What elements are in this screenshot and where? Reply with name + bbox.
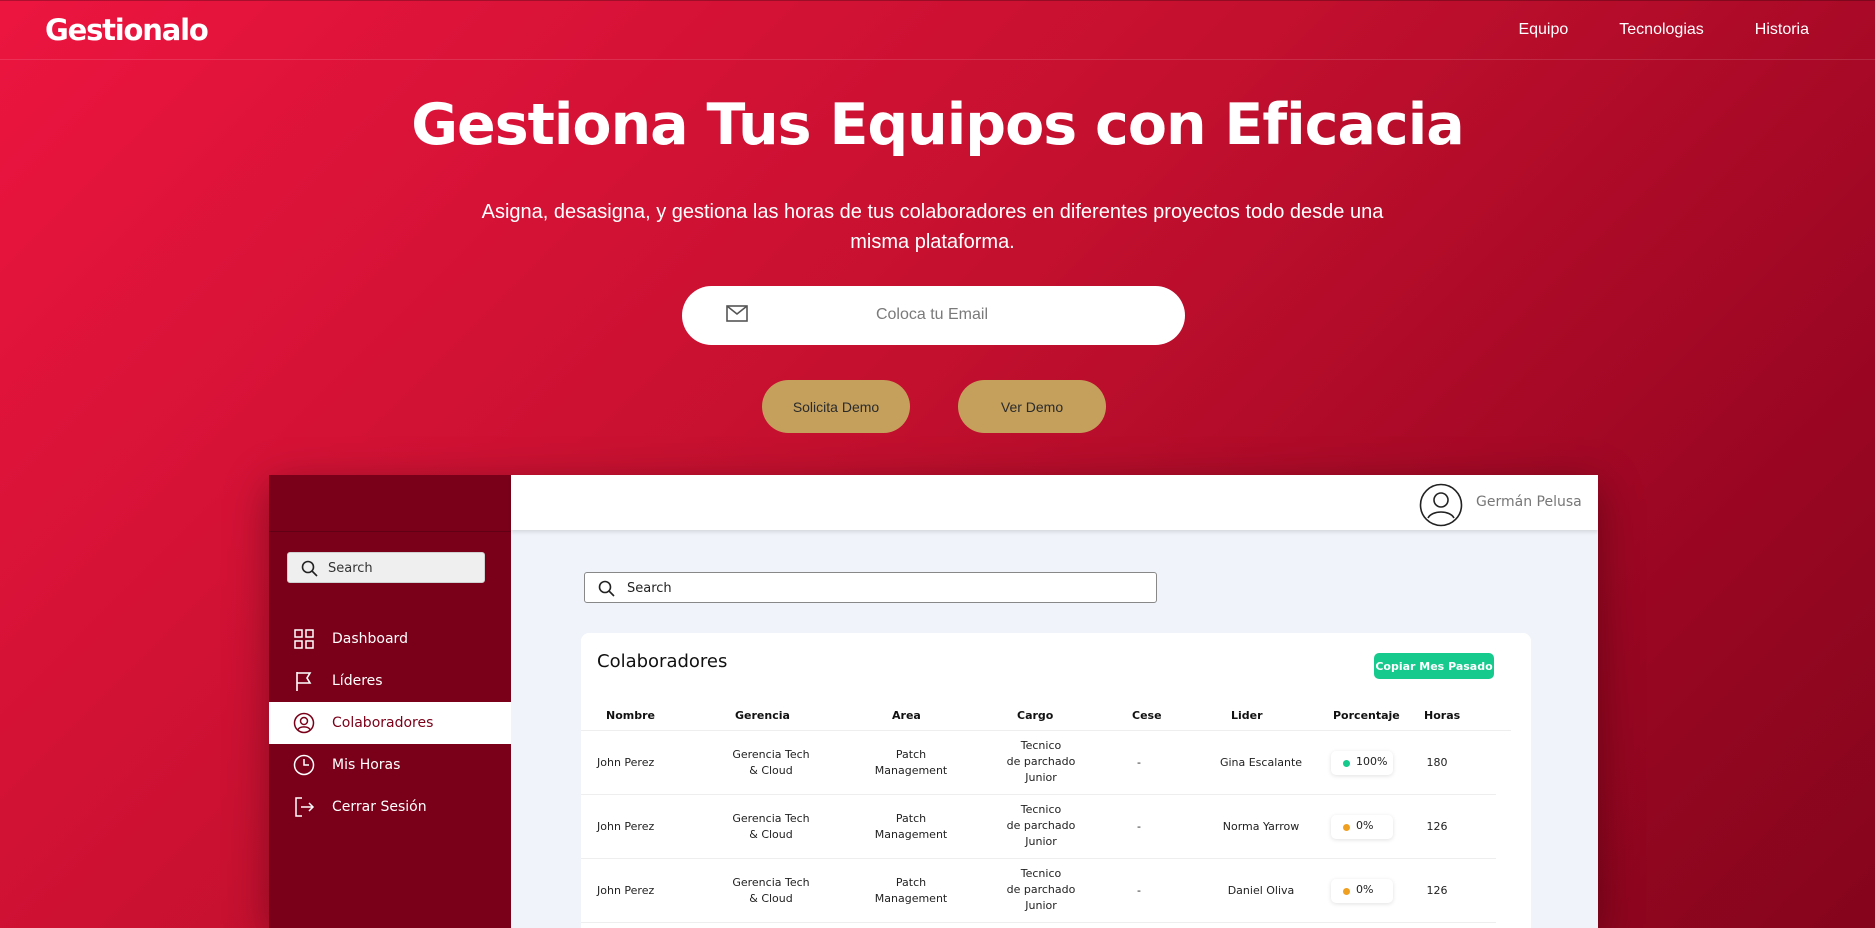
top-nav: Gestionalo Equipo Tecnologias Historia <box>0 0 1875 60</box>
sidebar-item-label: Dashboard <box>332 631 408 647</box>
copiar-mes-pasado-button[interactable]: Copiar Mes Pasado <box>1374 653 1494 679</box>
status-dot <box>1343 824 1350 831</box>
cell-area: Patch Management <box>874 748 948 777</box>
cell-horas: 126 <box>1426 884 1448 897</box>
email-field-container <box>682 286 1185 345</box>
grid-icon <box>293 628 315 650</box>
hero-subtitle: Asigna, desasigna, y gestiona las horas … <box>481 201 1384 253</box>
logout-icon <box>293 796 315 818</box>
avatar-icon[interactable] <box>1419 483 1463 532</box>
status-dot <box>1343 760 1350 767</box>
search-icon <box>301 560 318 582</box>
sidebar-item-label: Cerrar Sesión <box>332 799 427 815</box>
cell-cese: - <box>1137 820 1141 833</box>
nav-links: Equipo Tecnologias Historia <box>1518 21 1809 39</box>
sidebar-item-lideres[interactable]: Líderes <box>269 660 511 702</box>
column-header[interactable]: Cargo <box>1017 709 1053 722</box>
table-row[interactable]: John Perez Gerencia Tech & Cloud Patch Man… <box>581 859 1496 923</box>
main-content: Germán Pelusa Colaboradores Copiar Mes P… <box>511 475 1598 928</box>
flag-icon <box>293 670 315 692</box>
cell-lider: Daniel Oliva <box>1227 884 1295 897</box>
status-badge: 0% <box>1331 815 1393 839</box>
sidebar-item-label: Colaboradores <box>332 715 434 731</box>
cell-cese: - <box>1137 756 1141 769</box>
table-header: Nombre Gerencia Area Cargo Cese Lider Po… <box>581 703 1511 731</box>
logo[interactable]: Gestionalo <box>45 13 209 47</box>
sidebar-header <box>269 475 511 532</box>
cell-cese: - <box>1137 884 1141 897</box>
sidebar-item-mis-horas[interactable]: Mis Horas <box>269 744 511 786</box>
search-icon <box>598 580 615 602</box>
cell-nombre: John Perez <box>597 756 655 769</box>
sidebar: Dashboard Líderes Colaboradores Mis Hora… <box>269 475 511 928</box>
column-header[interactable]: Horas <box>1424 709 1460 722</box>
column-header[interactable]: Porcentaje <box>1333 709 1400 722</box>
main-search <box>584 572 1157 603</box>
cell-lider: Norma Yarrow <box>1222 820 1300 833</box>
search-input[interactable] <box>627 578 1127 598</box>
cell-horas: 180 <box>1426 756 1448 769</box>
solicita-demo-button[interactable]: Solicita Demo <box>762 380 910 433</box>
cell-nombre: John Perez <box>597 884 655 897</box>
user-circle-icon <box>293 712 315 734</box>
colaboradores-card: Colaboradores Copiar Mes Pasado Nombre G… <box>581 633 1531 928</box>
cell-cargo: Tecnico de parchado Junior <box>1006 739 1076 784</box>
ver-demo-button[interactable]: Ver Demo <box>958 380 1106 433</box>
column-header[interactable]: Lider <box>1231 709 1263 722</box>
nav-link-tecnologias[interactable]: Tecnologias <box>1619 21 1704 39</box>
table-row[interactable]: John Perez Gerencia Tech & Cloud Patch Man… <box>581 731 1496 795</box>
app-preview: Dashboard Líderes Colaboradores Mis Hora… <box>269 475 1598 928</box>
clock-icon <box>293 754 315 776</box>
sidebar-search <box>287 552 485 583</box>
sidebar-item-cerrar-sesion[interactable]: Cerrar Sesión <box>269 786 511 828</box>
cell-cargo: Tecnico de parchado Junior <box>1006 867 1076 912</box>
sidebar-menu: Dashboard Líderes Colaboradores Mis Hora… <box>269 618 511 828</box>
cell-cargo: Tecnico de parchado Junior <box>1006 803 1076 848</box>
nav-link-equipo[interactable]: Equipo <box>1518 21 1568 39</box>
cell-horas: 126 <box>1426 820 1448 833</box>
email-field[interactable] <box>772 296 1092 334</box>
sidebar-item-label: Mis Horas <box>332 757 401 773</box>
status-badge: 100% <box>1331 751 1393 775</box>
hero-title: Gestiona Tus Equipos con Eficacia <box>411 92 1464 158</box>
cell-nombre: John Perez <box>597 820 655 833</box>
status-dot <box>1343 888 1350 895</box>
status-badge: 0% <box>1331 879 1393 903</box>
app-header: Germán Pelusa <box>511 475 1598 530</box>
sidebar-item-dashboard[interactable]: Dashboard <box>269 618 511 660</box>
column-header[interactable]: Area <box>892 709 921 722</box>
cell-area: Patch Management <box>874 812 948 841</box>
user-name[interactable]: Germán Pelusa <box>1476 494 1582 510</box>
mail-icon <box>726 305 748 327</box>
cell-gerencia: Gerencia Tech & Cloud <box>732 812 810 841</box>
cell-gerencia: Gerencia Tech & Cloud <box>732 748 810 777</box>
sidebar-search-input[interactable] <box>328 558 478 578</box>
card-title: Colaboradores <box>597 651 728 672</box>
sidebar-item-label: Líderes <box>332 673 383 689</box>
cell-area: Patch Management <box>874 876 948 905</box>
nav-link-historia[interactable]: Historia <box>1755 21 1809 39</box>
cell-gerencia: Gerencia Tech & Cloud <box>732 876 810 905</box>
column-header[interactable]: Nombre <box>606 709 655 722</box>
table-row[interactable]: John Perez Gerencia Tech & Cloud Patch Man… <box>581 795 1496 859</box>
column-header[interactable]: Gerencia <box>735 709 790 722</box>
sidebar-item-colaboradores[interactable]: Colaboradores <box>269 702 511 744</box>
column-header[interactable]: Cese <box>1132 709 1162 722</box>
cell-lider: Gina Escalante <box>1219 756 1303 769</box>
